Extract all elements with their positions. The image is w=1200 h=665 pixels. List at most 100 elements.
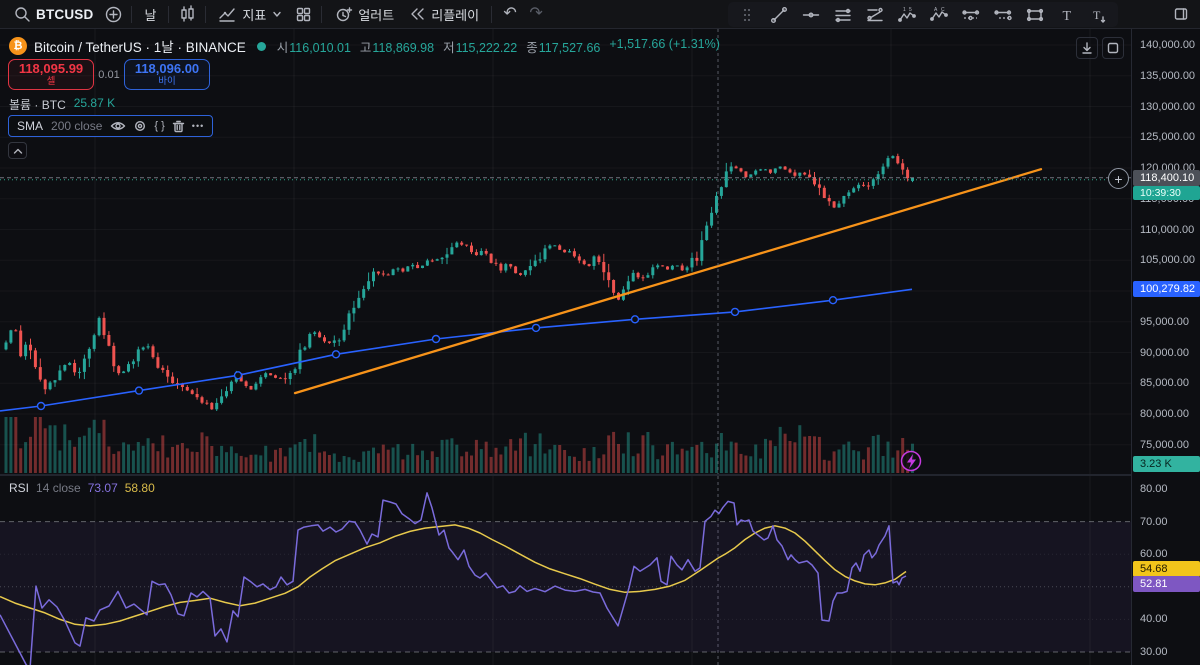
- source-code-icon[interactable]: { }: [154, 120, 164, 132]
- collapse-legend-button[interactable]: [8, 142, 27, 159]
- more-options-icon[interactable]: •••: [192, 121, 204, 131]
- parallel-channel-tool[interactable]: [828, 3, 858, 26]
- fib-channel-tool[interactable]: [860, 3, 890, 26]
- price-axis-tick: 110,000.00: [1140, 223, 1195, 236]
- main-price-pane[interactable]: [0, 29, 1131, 474]
- top-toolbar: BTCUSD 날 지표 얼러트 리플레이 ↶ ↷ 1 5 A C T T: [0, 0, 1200, 29]
- bar-countdown-label: 10:39:30: [1133, 185, 1200, 200]
- price-axis-tick: 75,000.00: [1140, 438, 1189, 451]
- long-position-tool[interactable]: [956, 3, 986, 26]
- drag-grip[interactable]: [732, 3, 762, 26]
- interval-button[interactable]: 날: [137, 2, 163, 26]
- high-label: 고: [359, 40, 372, 55]
- toolbar-separator: [168, 5, 170, 23]
- chevron-up-icon: [12, 147, 24, 155]
- volume-legend[interactable]: 볼륨 · BTC 25.87 K: [9, 96, 115, 113]
- abc-pattern-tool[interactable]: AC: [924, 3, 954, 26]
- add-order-button[interactable]: +: [1108, 168, 1129, 189]
- plus-icon: +: [1114, 170, 1123, 187]
- gear-icon[interactable]: [133, 119, 147, 133]
- spread-value: 0.01: [98, 68, 120, 81]
- high-value: 118,869.98: [372, 40, 435, 55]
- rsi-params: 14 close: [36, 481, 81, 495]
- interval-label: 날: [144, 7, 157, 23]
- trash-icon[interactable]: [172, 119, 185, 133]
- symbol-header: ₿ Bitcoin / TetherUS · 1날 · BINANCE 시116…: [9, 36, 720, 56]
- undo-button[interactable]: ↶: [497, 2, 523, 26]
- low-value: 115,222.22: [455, 40, 518, 55]
- rsi-axis-tick: 70.00: [1140, 515, 1168, 528]
- rsi-name: RSI: [9, 481, 30, 495]
- sell-price: 118,095.99: [18, 60, 84, 76]
- symbol-label: BTCUSD: [36, 6, 94, 22]
- indicators-label: 지표: [242, 7, 267, 23]
- sma-params: 200 close: [51, 119, 103, 133]
- price-axis-tick: 85,000.00: [1140, 377, 1189, 390]
- volume-legend-label: 볼륨 · BTC: [9, 98, 66, 112]
- trend-line-tool[interactable]: [764, 3, 794, 26]
- sell-button[interactable]: 118,095.99 셀: [8, 59, 94, 90]
- sma-price-label: 100,279.82: [1133, 281, 1200, 298]
- layout-grid-icon: [295, 6, 312, 23]
- symbol-title[interactable]: Bitcoin / TetherUS · 1날 · BINANCE: [34, 36, 246, 56]
- add-symbol-button[interactable]: [100, 2, 126, 26]
- eye-icon[interactable]: [110, 120, 126, 132]
- elliott-wave-tool[interactable]: 15: [892, 3, 922, 26]
- maximize-pane-button[interactable]: [1102, 37, 1124, 59]
- sma-legend[interactable]: SMA 200 close { } •••: [8, 115, 214, 137]
- alert-label: 얼러트: [358, 7, 395, 23]
- low-label: 저: [443, 40, 455, 55]
- plus-circle-icon: [104, 5, 123, 24]
- download-icon: [1080, 41, 1094, 55]
- svg-text:1: 1: [903, 7, 906, 13]
- anchored-text-tool[interactable]: T: [1084, 3, 1114, 26]
- replay-button[interactable]: 리플레이: [401, 2, 486, 26]
- toolbar-separator: [491, 5, 493, 23]
- undo-icon: ↶: [503, 5, 517, 22]
- toolbar-separator: [131, 5, 133, 23]
- panel-right-icon: [1173, 6, 1189, 22]
- chevron-down-icon: [271, 8, 283, 20]
- buy-price: 118,096.00: [134, 60, 200, 76]
- candlestick-icon: [178, 5, 196, 23]
- drawing-toolbar: 15ACTT: [728, 2, 1118, 27]
- sma-name: SMA: [17, 119, 44, 133]
- hide-drawing-panel-button[interactable]: [1168, 2, 1194, 26]
- rewind-icon: [408, 6, 426, 22]
- buy-label: 바이: [158, 75, 176, 87]
- rsi-axis-tick: 60.00: [1140, 548, 1168, 561]
- chart-stage: ₿ Bitcoin / TetherUS · 1날 · BINANCE 시116…: [0, 29, 1200, 665]
- short-position-tool[interactable]: [988, 3, 1018, 26]
- price-axis[interactable]: 30.0040.0050.0060.0070.0080.0075,000.008…: [1131, 29, 1200, 665]
- rsi-pane[interactable]: [0, 476, 1131, 665]
- rectangle-tool[interactable]: [1020, 3, 1050, 26]
- svg-text:5: 5: [909, 7, 912, 13]
- ohlc-values: 시116,010.01 고118,869.98 저115,222.22 종117…: [277, 37, 720, 56]
- trade-panel: 118,095.99 셀 0.01 118,096.00 바이: [8, 59, 210, 90]
- alarm-clock-icon: [334, 5, 353, 23]
- last-price-label: 118,400.10: [1133, 169, 1200, 186]
- indicators-button[interactable]: 지표: [211, 2, 290, 26]
- redo-icon: ↷: [529, 5, 543, 22]
- toolbar-separator: [205, 5, 207, 23]
- download-chart-button[interactable]: [1076, 37, 1098, 59]
- rsi-legend[interactable]: RSI 14 close 73.07 58.80: [9, 481, 155, 495]
- market-status-dot-icon[interactable]: [256, 41, 266, 51]
- open-value: 116,010.01: [289, 40, 351, 55]
- rsi-axis-label: 52.81: [1133, 576, 1200, 592]
- symbol-search-button[interactable]: BTCUSD: [6, 2, 100, 26]
- volume-value-label: 3.23 K: [1133, 456, 1200, 472]
- pane-buttons: [1076, 37, 1124, 59]
- redo-button[interactable]: ↷: [523, 2, 549, 26]
- rsi-ma-value: 58.80: [124, 481, 155, 495]
- replay-label: 리플레이: [431, 7, 480, 23]
- sell-label: 셀: [46, 75, 56, 87]
- alert-button[interactable]: 얼러트: [327, 2, 401, 26]
- chart-type-button[interactable]: [174, 2, 200, 26]
- text-tool-tool[interactable]: T: [1052, 3, 1082, 26]
- horizontal-line-tool[interactable]: [796, 3, 826, 26]
- buy-button[interactable]: 118,096.00 바이: [124, 59, 210, 90]
- change-value: +1,517.66 (+1.31%): [609, 36, 720, 51]
- indicator-templates-button[interactable]: [290, 2, 316, 26]
- pane-divider[interactable]: [0, 474, 1131, 476]
